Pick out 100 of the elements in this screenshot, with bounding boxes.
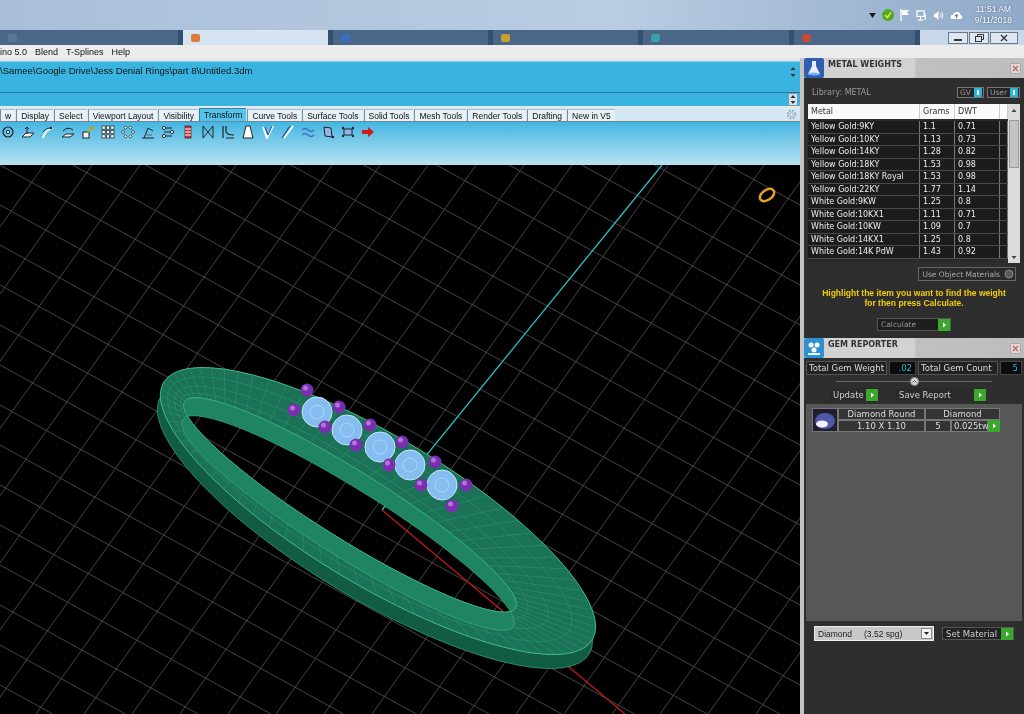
- close-icon[interactable]: [1010, 342, 1021, 354]
- restore-button[interactable]: [969, 31, 990, 44]
- table-cell: White Gold:14KX1: [808, 233, 920, 245]
- table-cell: 0.98: [955, 158, 1000, 170]
- caret-icon[interactable]: [868, 12, 876, 18]
- table-cell: 0.82: [955, 146, 1000, 158]
- play-icon[interactable]: [988, 420, 1000, 432]
- scrollbar[interactable]: [1008, 104, 1020, 263]
- toolbar-tab[interactable]: Curve Tools: [247, 109, 302, 121]
- table-cell: Yellow Gold:9KY: [808, 121, 920, 133]
- command-history: \Samee\Google Drive\Jess Denial Rings\part 8\Untitled.3dm: [0, 65, 253, 77]
- prong[interactable]: [382, 458, 396, 472]
- check-badge-icon[interactable]: [881, 9, 894, 21]
- prong[interactable]: [332, 400, 346, 414]
- prong[interactable]: [395, 435, 409, 449]
- table-cell: 1.11: [920, 208, 955, 220]
- table-cell: 1.25: [920, 196, 955, 208]
- prong[interactable]: [318, 420, 332, 434]
- clock-date: 9/11/2018: [974, 15, 1012, 26]
- scale-icon[interactable]: [81, 125, 95, 139]
- shear-icon[interactable]: [141, 125, 155, 139]
- table-row[interactable]: White Gold:14K PdW 1.43 0.92: [808, 246, 1008, 259]
- polar-array-icon[interactable]: [121, 125, 135, 139]
- prong[interactable]: [363, 418, 377, 432]
- toolbar-tab[interactable]: Drafting: [527, 109, 566, 121]
- column-icon[interactable]: [181, 125, 195, 139]
- orient-icon[interactable]: [61, 125, 75, 139]
- total-count-label: Total Gem Count: [918, 361, 998, 375]
- table-cell: White Gold:10KX1: [808, 208, 920, 220]
- toolbar-tab[interactable]: Mesh Tools: [414, 109, 467, 121]
- ring-band[interactable]: [156, 367, 597, 669]
- toolbar-tab[interactable]: New in V5: [567, 109, 615, 121]
- play-icon: [974, 388, 986, 401]
- table-row[interactable]: Yellow Gold:18KY Royal 1.53 0.98: [808, 171, 1008, 184]
- toolbar-tab[interactable]: Surface Tools: [302, 109, 363, 121]
- minimize-button[interactable]: [948, 31, 969, 44]
- flow-icon[interactable]: [261, 125, 275, 139]
- play-icon: [938, 318, 950, 331]
- prong[interactable]: [428, 455, 442, 469]
- prong[interactable]: [414, 478, 428, 492]
- splitter-handle[interactable]: [909, 377, 919, 386]
- report-button[interactable]: Update: [830, 388, 878, 401]
- box-icon[interactable]: [341, 125, 355, 139]
- table-cell: 0.71: [955, 208, 1000, 220]
- wave-icon[interactable]: [301, 125, 315, 139]
- grid-array-icon[interactable]: [101, 125, 115, 139]
- close-button[interactable]: [990, 31, 1019, 44]
- menu-item[interactable]: Blend: [32, 45, 62, 58]
- menu-item[interactable]: T-Splines: [63, 45, 107, 58]
- scroll-arrows-icon[interactable]: [788, 93, 798, 106]
- prong[interactable]: [349, 438, 363, 452]
- table-row[interactable]: Yellow Gold:9KY 1.1 0.71: [808, 121, 1008, 134]
- scroll-arrows-icon[interactable]: [789, 65, 797, 79]
- table-cell: Yellow Gold:22KY: [808, 183, 920, 195]
- move-icon[interactable]: [21, 125, 35, 139]
- table-cell: 0.73: [955, 133, 1000, 145]
- material-dropdown[interactable]: Diamond (3.52 spg): [814, 626, 934, 641]
- toolbar-tab[interactable]: Visibility: [158, 109, 198, 121]
- toolbar-tab[interactable]: Viewport Layout: [87, 109, 158, 121]
- flow-icon[interactable]: [281, 125, 295, 139]
- instruction-text: Highlight the item you want to find the weight for then press Calculate.: [821, 288, 1007, 308]
- menu-item[interactable]: Help: [108, 45, 134, 58]
- toolbar-tab[interactable]: Select: [54, 109, 87, 121]
- toolbar-tab[interactable]: Display: [16, 109, 53, 121]
- prong[interactable]: [300, 383, 314, 397]
- cloud-icon[interactable]: [949, 10, 963, 20]
- table-cell: 1.53: [920, 158, 955, 170]
- arrow-icon[interactable]: [361, 125, 375, 139]
- play-icon: [1001, 627, 1013, 640]
- blurred-tab-icon: [191, 33, 201, 42]
- twist-icon[interactable]: [201, 125, 215, 139]
- gem-stone[interactable]: [301, 396, 333, 428]
- curve-icon[interactable]: [41, 125, 55, 139]
- table-cell: Diamond Round: [838, 408, 925, 420]
- circle-icon[interactable]: [1, 125, 15, 139]
- table-cell: Yellow Gold:18KY Royal: [808, 171, 920, 183]
- prong[interactable]: [459, 478, 473, 492]
- table-cell: Yellow Gold:10KY: [808, 133, 920, 145]
- report-button[interactable]: Save Report: [896, 388, 986, 401]
- perspective-viewport[interactable]: [0, 165, 800, 714]
- close-icon[interactable]: [1010, 62, 1021, 74]
- table-row[interactable]: White Gold:9KW 1.25 0.8: [808, 196, 1008, 209]
- scrollbar-thumb[interactable]: [1009, 120, 1019, 168]
- table-cell: 1.13: [920, 133, 955, 145]
- set-material-button[interactable]: Set Material: [942, 627, 1014, 640]
- menu-item[interactable]: ino 5.0: [0, 45, 31, 58]
- toolbar-tab[interactable]: Solid Tools: [363, 109, 414, 121]
- toolbar-tab[interactable]: Transform: [199, 108, 247, 121]
- gem-icon[interactable]: [812, 408, 838, 432]
- cage-icon[interactable]: [321, 125, 335, 139]
- blurred-tab-icon: [501, 33, 511, 42]
- ring-icon[interactable]: [758, 187, 776, 203]
- table-row[interactable]: White Gold:10KW 1.09 0.7: [808, 221, 1008, 234]
- toolbar-tab[interactable]: Render Tools: [467, 109, 527, 121]
- table-row[interactable]: Yellow Gold:14KY 1.28 0.82: [808, 146, 1008, 159]
- table-cell: 1.1: [920, 121, 955, 133]
- nodes-icon[interactable]: [161, 125, 175, 139]
- toolbar-tab[interactable]: w: [0, 109, 16, 121]
- bend-icon[interactable]: [221, 125, 235, 139]
- taper-icon[interactable]: [241, 125, 255, 139]
